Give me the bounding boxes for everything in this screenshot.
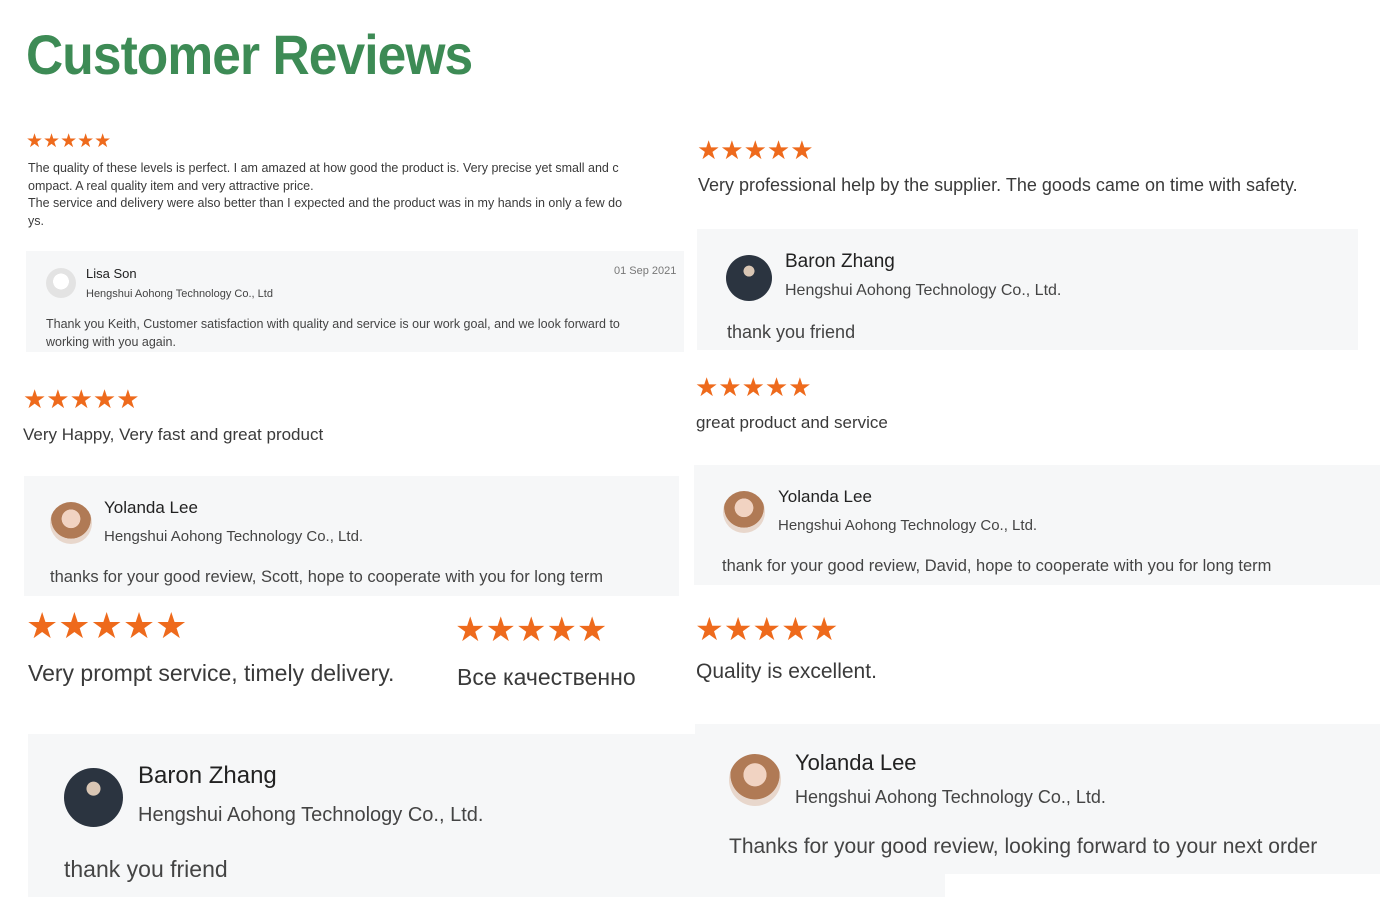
rating-stars: ★★★★★ (26, 131, 112, 152)
review-text: Quality is excellent. (696, 660, 877, 683)
review-text: The quality of these levels is perfect. … (28, 160, 622, 230)
woman-avatar (50, 502, 92, 544)
review-text: Все качественно (457, 664, 636, 690)
woman-avatar (723, 491, 765, 533)
logo-avatar (46, 268, 76, 298)
rating-stars: ★★★★★ (695, 611, 839, 647)
reply-author-name: Baron Zhang (138, 762, 277, 789)
review-text: Very Happy, Very fast and great product (23, 425, 324, 444)
reply-author-name: Yolanda Lee (104, 498, 198, 517)
rating-stars: ★★★★★ (697, 135, 814, 165)
reply-company: Hengshui Aohong Technology Co., Ltd. (795, 787, 1106, 807)
reply-author-name: Yolanda Lee (795, 750, 917, 775)
reply-text: thank for your good review, David, hope … (722, 557, 1272, 575)
rating-stars: ★★★★★ (695, 372, 812, 402)
reply-text: thank you friend (64, 856, 228, 882)
reply-text-line: working with you again. (46, 334, 176, 349)
woman-avatar (729, 754, 781, 806)
review-text-line: ompact. A real quality item and very att… (28, 178, 314, 193)
reply-company: Hengshui Aohong Technology Co., Ltd. (785, 282, 1062, 299)
review-text-line: ys. (28, 213, 44, 228)
review-text: great product and service (696, 413, 888, 432)
review-text: Very professional help by the supplier. … (698, 175, 1298, 195)
seller-reply: Yolanda Lee Hengshui Aohong Technology C… (24, 476, 679, 596)
seller-reply: Yolanda Lee Hengshui Aohong Technology C… (694, 465, 1380, 585)
reply-text: Thanks for your good review, looking for… (729, 835, 1318, 858)
man-avatar (64, 768, 123, 827)
reply-text: thank you friend (727, 322, 856, 342)
reply-text: Thank you Keith, Customer satisfaction w… (46, 316, 620, 351)
reply-author-name: Baron Zhang (785, 251, 895, 272)
reply-date: 01 Sep 2021 (614, 265, 677, 277)
rating-stars: ★★★★★ (23, 384, 140, 414)
seller-reply: Yolanda Lee Hengshui Aohong Technology C… (695, 724, 1380, 874)
review-text-line: The service and delivery were also bette… (28, 196, 623, 210)
seller-reply: Lisa Son Hengshui Aohong Technology Co.,… (26, 251, 684, 352)
seller-reply: Baron Zhang Hengshui Aohong Technology C… (697, 229, 1358, 350)
rating-stars: ★★★★★ (455, 611, 608, 649)
man-avatar (726, 255, 772, 301)
page-title: Customer Reviews (26, 23, 473, 86)
reply-company: Hengshui Aohong Technology Co., Ltd. (138, 804, 484, 826)
rating-stars: ★★★★★ (26, 605, 188, 646)
reply-text: thanks for your good review, Scott, hope… (50, 568, 604, 586)
reply-company: Hengshui Aohong Technology Co., Ltd. (778, 517, 1038, 534)
reply-text-line: Thank you Keith, Customer satisfaction w… (46, 317, 620, 331)
review-text-line: The quality of these levels is perfect. … (28, 161, 619, 175)
reply-author-name: Yolanda Lee (778, 487, 872, 506)
reply-company: Hengshui Aohong Technology Co., Ltd (86, 288, 273, 300)
reply-author-name: Lisa Son (86, 266, 137, 281)
reply-company: Hengshui Aohong Technology Co., Ltd. (104, 528, 364, 545)
review-text: Very prompt service, timely delivery. (28, 660, 395, 686)
